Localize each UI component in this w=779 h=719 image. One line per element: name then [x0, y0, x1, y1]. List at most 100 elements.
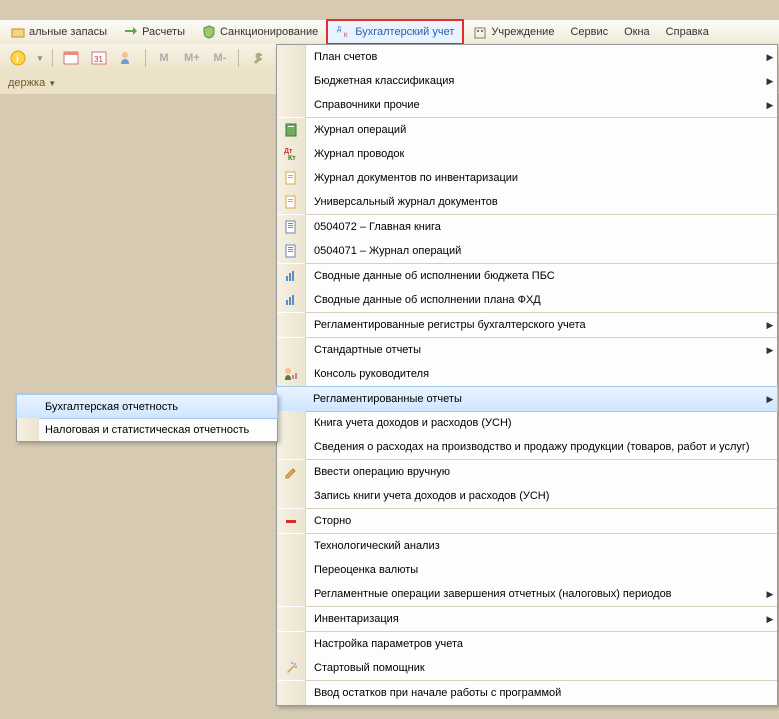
separator [238, 49, 239, 67]
dk-icon: ДтКт [277, 142, 306, 166]
form-icon [277, 239, 306, 263]
dd-label: План счетов [306, 51, 763, 63]
blank-icon [277, 411, 306, 435]
dd-currency-reval[interactable]: Переоценка валюты [277, 558, 777, 582]
dd-label: 0504072 – Главная книга [306, 221, 777, 233]
submenu-tax-stat-reports[interactable]: Налоговая и статистическая отчетность [17, 418, 277, 441]
dd-universal-journal[interactable]: Универсальный журнал документов [277, 190, 777, 214]
menu-sanctioning[interactable]: Санкционирование [193, 21, 326, 43]
dd-std-reports[interactable]: Стандартные отчеты▶ [277, 338, 777, 362]
dd-label: Ввести операцию вручную [306, 466, 777, 478]
dd-reg-reports[interactable]: Регламентированные отчеты▶ [276, 386, 778, 412]
dd-form-0504071[interactable]: 0504071 – Журнал операций [277, 239, 777, 263]
date-icon[interactable]: 31 [89, 48, 109, 68]
arrows-icon [123, 24, 139, 40]
menu-help[interactable]: Справка [658, 21, 717, 43]
menu-material-reserves[interactable]: альные запасы [2, 21, 115, 43]
dd-label: Сторно [306, 515, 777, 527]
dd-label: Переоценка валюты [306, 564, 777, 576]
memory-m-plus[interactable]: M+ [182, 48, 202, 68]
memory-m-minus[interactable]: M- [210, 48, 230, 68]
separator [145, 49, 146, 67]
dd-label: Сведения о расходах на производство и пр… [306, 441, 777, 453]
dd-op-journal[interactable]: Журнал операций [277, 118, 777, 142]
dd-reg-registers[interactable]: Регламентированные регистры бухгалтерско… [277, 313, 777, 337]
dd-label: Настройка параметров учета [306, 638, 777, 650]
blank-icon [277, 69, 306, 93]
menu-label: Справка [666, 26, 709, 38]
tab-label: держка [8, 77, 45, 89]
user-icon[interactable] [117, 48, 137, 68]
dd-label: Бюджетная классификация [306, 75, 763, 87]
dd-label: Стартовый помощник [306, 662, 777, 674]
book-green-icon [277, 118, 306, 142]
dd-label: Сводные данные об исполнении плана ФХД [306, 294, 777, 306]
dd-label: Ввод остатков при начале работы с програ… [306, 687, 777, 699]
info-icon[interactable]: i [8, 48, 28, 68]
blank-icon [277, 313, 306, 337]
dd-acct-settings[interactable]: Настройка параметров учета [277, 632, 777, 656]
dropdown-icon[interactable]: ▼ [36, 54, 44, 63]
dd-mgr-console[interactable]: Консоль руководителя [277, 362, 777, 386]
menu-windows[interactable]: Окна [616, 21, 658, 43]
dd-other-refs[interactable]: Справочники прочие▶ [277, 93, 777, 117]
blank-icon [17, 418, 39, 441]
svg-text:К: К [344, 33, 348, 39]
chevron-right-icon: ▶ [763, 345, 777, 356]
dd-usn-record[interactable]: Запись книги учета доходов и расходов (У… [277, 484, 777, 508]
menu-institution[interactable]: Учреждение [464, 21, 562, 43]
blank-icon [277, 558, 306, 582]
blank-icon [277, 534, 306, 558]
svg-text:Дт: Дт [284, 148, 293, 155]
dd-label: Журнал проводок [306, 148, 777, 160]
calendar-icon[interactable] [61, 48, 81, 68]
dd-manual-op[interactable]: Ввести операцию вручную [277, 460, 777, 484]
dd-label: Регламентированные регистры бухгалтерско… [306, 319, 763, 331]
dd-label: Инвентаризация [306, 613, 763, 625]
menu-accounting[interactable]: ДК Бухгалтерский учет [326, 19, 464, 45]
dd-form-0504072[interactable]: 0504072 – Главная книга [277, 215, 777, 239]
doc-icon [277, 190, 306, 214]
dd-label: Универсальный журнал документов [306, 196, 777, 208]
menu-service[interactable]: Сервис [562, 21, 616, 43]
dd-label: Сводные данные об исполнении бюджета ПБС [306, 270, 777, 282]
dd-start-helper[interactable]: Стартовый помощник [277, 656, 777, 680]
dd-label: Технологический анализ [306, 540, 777, 552]
pencil-icon [277, 460, 306, 484]
dd-usn-book[interactable]: Книга учета доходов и расходов (УСН) [277, 411, 777, 435]
chevron-right-icon: ▶ [763, 76, 777, 87]
dd-posting-journal[interactable]: ДтКтЖурнал проводок [277, 142, 777, 166]
submenu-label: Бухгалтерская отчетность [39, 401, 178, 413]
dd-initial-balances[interactable]: Ввод остатков при начале работы с програ… [277, 681, 777, 705]
submenu-accounting-reports[interactable]: Бухгалтерская отчетность [16, 394, 278, 419]
form-icon [277, 215, 306, 239]
dd-summary-fhd[interactable]: Сводные данные об исполнении плана ФХД [277, 288, 777, 312]
menu-settlements[interactable]: Расчеты [115, 21, 193, 43]
dd-inventory[interactable]: Инвентаризация▶ [277, 607, 777, 631]
chevron-right-icon: ▶ [763, 52, 777, 63]
dd-period-ops[interactable]: Регламентные операции завершения отчетны… [277, 582, 777, 606]
blank-icon [277, 484, 306, 508]
dd-storno[interactable]: Сторно [277, 509, 777, 533]
bar-icon [277, 264, 306, 288]
menu-label: альные запасы [29, 26, 107, 38]
dd-label: Запись книги учета доходов и расходов (У… [306, 490, 777, 502]
menu-label: Учреждение [491, 26, 554, 38]
wrench-icon[interactable] [247, 48, 267, 68]
dd-label: Журнал операций [306, 124, 777, 136]
dd-label: Регламентированные отчеты [305, 393, 763, 405]
dd-label: Стандартные отчеты [306, 344, 763, 356]
dd-inv-doc-journal[interactable]: Журнал документов по инвентаризации [277, 166, 777, 190]
tab-support[interactable]: держка ▼ [2, 75, 62, 91]
svg-text:Кт: Кт [288, 155, 296, 162]
dd-tech-analysis[interactable]: Технологический анализ [277, 534, 777, 558]
box-icon [10, 24, 26, 40]
dd-expense-info[interactable]: Сведения о расходах на производство и пр… [277, 435, 777, 459]
dd-label: Консоль руководителя [306, 368, 777, 380]
memory-m[interactable]: M [154, 48, 174, 68]
dd-budget-classification[interactable]: Бюджетная классификация▶ [277, 69, 777, 93]
doc-icon [277, 166, 306, 190]
dd-summary-pbc[interactable]: Сводные данные об исполнении бюджета ПБС [277, 264, 777, 288]
blank-icon [277, 338, 306, 362]
dd-chart-of-accounts[interactable]: План счетов▶ [277, 45, 777, 69]
